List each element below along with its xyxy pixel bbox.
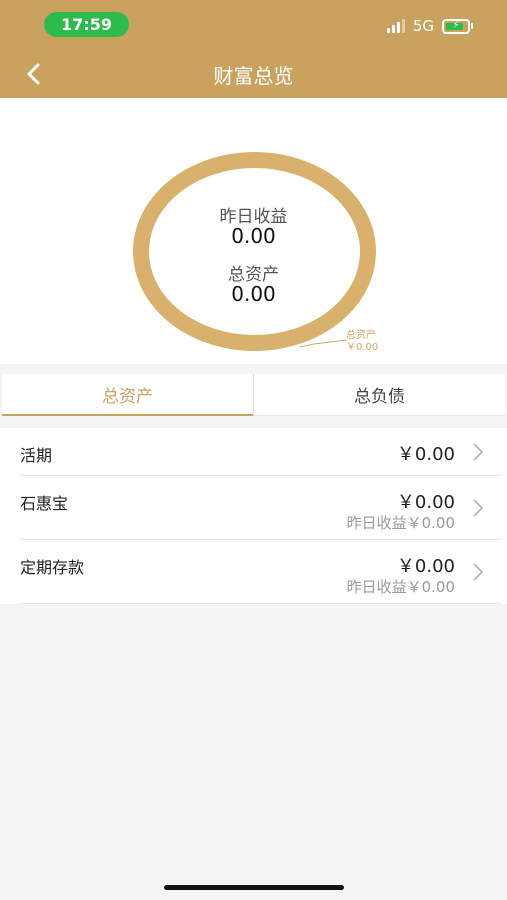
chevron-right-icon <box>473 499 484 517</box>
account-yesterday-income: 昨日收益￥0.00 <box>346 514 455 532</box>
status-time: 17:59 <box>44 12 129 37</box>
account-name: 活期 <box>20 446 53 465</box>
tab-total-liabilities[interactable]: 总负债 <box>253 374 505 416</box>
list-item-current[interactable]: 活期 ￥0.00 <box>0 428 507 476</box>
account-amount: ￥0.00 <box>396 492 455 513</box>
status-indicators: 5G ⚡ <box>386 15 473 37</box>
yesterday-income-value: 0.00 <box>231 224 276 248</box>
list-item-fixed-deposit[interactable]: 定期存款 ￥0.00 昨日收益￥0.00 <box>0 540 507 604</box>
app-header: 17:59 5G ⚡ 财富总览 <box>0 0 507 98</box>
ring-callout: 总资产 ￥0.00 <box>346 330 378 354</box>
chevron-right-icon <box>473 563 484 581</box>
asset-tabs: 总资产 总负债 <box>2 374 505 416</box>
account-amount: ￥0.00 <box>396 556 455 577</box>
account-amount: ￥0.00 <box>396 444 455 465</box>
chevron-right-icon <box>473 443 484 461</box>
account-name: 石惠宝 <box>20 494 69 513</box>
callout-line <box>300 339 346 348</box>
callout-value: ￥0.00 <box>346 342 379 353</box>
callout-label: 总资产 <box>346 330 376 341</box>
asset-ring-chart <box>133 152 376 351</box>
account-list: 活期 ￥0.00 石惠宝 ￥0.00 昨日收益￥0.00 定期存款 ￥0.00 … <box>0 428 507 604</box>
page-title: 财富总览 <box>213 64 294 88</box>
account-name: 定期存款 <box>20 558 85 577</box>
total-assets-value: 0.00 <box>231 282 276 306</box>
tab-total-assets[interactable]: 总资产 <box>2 374 253 416</box>
account-yesterday-income: 昨日收益￥0.00 <box>346 578 455 596</box>
home-indicator[interactable] <box>164 885 344 890</box>
signal-icon <box>386 19 405 33</box>
battery-icon: ⚡ <box>442 18 470 34</box>
list-item-shihuibao[interactable]: 石惠宝 ￥0.00 昨日收益￥0.00 <box>0 476 507 540</box>
asset-summary: 昨日收益 0.00 总资产 0.00 总资产 ￥0.00 <box>0 98 507 364</box>
network-label: 5G <box>412 17 434 35</box>
